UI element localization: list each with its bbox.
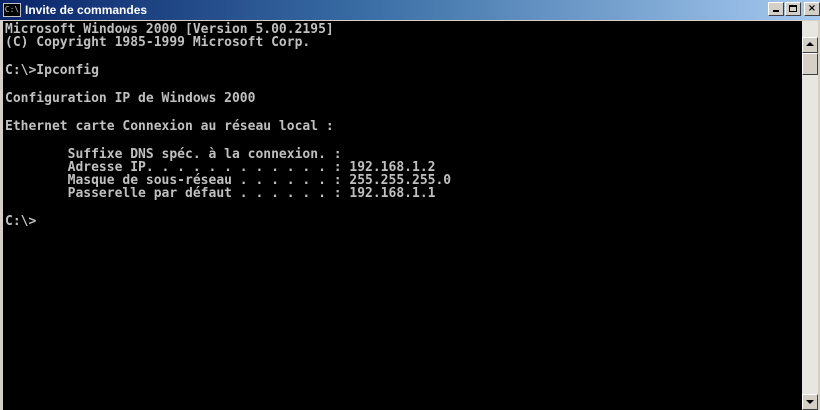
close-button[interactable]: × <box>804 2 820 16</box>
arrow-down-icon <box>806 400 814 404</box>
maximize-button[interactable] <box>785 2 801 16</box>
maximize-icon <box>789 5 797 12</box>
console-line: C:\> <box>5 214 37 229</box>
scroll-up-button[interactable] <box>802 37 818 53</box>
console-text: Microsoft Windows 2000 [Version 5.00.219… <box>3 21 802 228</box>
command-prompt-window: C:\ Invite de commandes × Microsoft Wind… <box>0 0 820 410</box>
console-output[interactable]: Microsoft Windows 2000 [Version 5.00.219… <box>3 21 802 410</box>
close-icon: × <box>807 3 817 14</box>
minimize-icon <box>773 10 779 12</box>
console-line: (C) Copyright 1985-1999 Microsoft Corp. <box>5 35 311 50</box>
arrow-up-icon <box>806 42 814 46</box>
title-bar[interactable]: C:\ Invite de commandes × <box>0 0 820 20</box>
console-line: Passerelle par défaut . . . . . . : 192.… <box>5 186 436 201</box>
window-title: Invite de commandes <box>25 3 148 17</box>
scrollbar-thumb[interactable] <box>802 53 818 75</box>
vertical-scrollbar[interactable] <box>802 21 818 410</box>
window-controls: × <box>767 2 820 16</box>
console-line: C:\>Ipconfig <box>5 63 99 78</box>
minimize-button[interactable] <box>768 2 784 16</box>
cmd-icon[interactable]: C:\ <box>3 3 21 17</box>
console-line: Configuration IP de Windows 2000 <box>5 91 256 106</box>
scroll-down-button[interactable] <box>802 394 818 410</box>
console-line: Ethernet carte Connexion au réseau local… <box>5 119 334 134</box>
